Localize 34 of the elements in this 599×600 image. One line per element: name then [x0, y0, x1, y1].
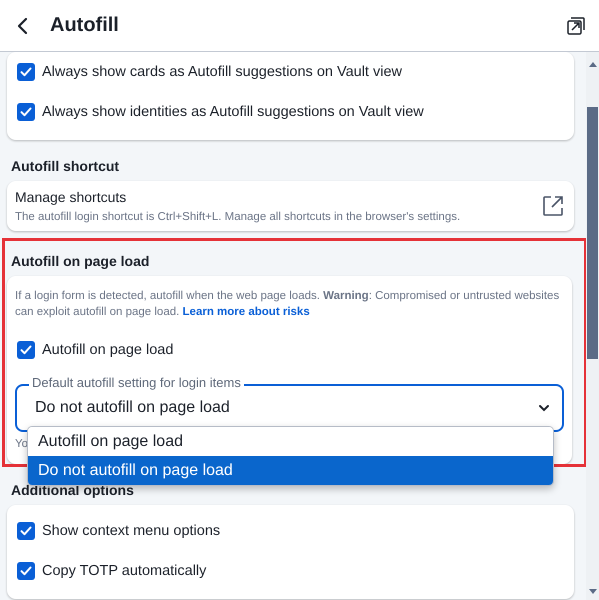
popout-icon[interactable]	[567, 16, 585, 34]
section-heading: Autofill on page load	[11, 253, 150, 269]
chevron-down-icon	[538, 404, 550, 412]
scroll-up-icon[interactable]	[588, 62, 596, 67]
checkbox[interactable]	[17, 522, 35, 540]
checkbox[interactable]	[17, 63, 35, 81]
check-icon	[20, 345, 32, 355]
checkbox[interactable]	[17, 341, 35, 359]
check-icon	[20, 526, 32, 536]
row-title: Manage shortcuts	[15, 189, 128, 205]
checkbox-label: Always show cards as Autofill suggestions on Vault view	[42, 64, 402, 80]
check-icon	[20, 566, 32, 576]
dropdown-option[interactable]: Do not autofill on page load	[28, 456, 553, 485]
page-title: Autofill	[50, 14, 120, 37]
section-heading: Additional options	[11, 482, 135, 498]
back-icon[interactable]	[16, 16, 28, 34]
checkbox-label: Always show identities as Autofill suggestions on Vault view	[42, 104, 424, 120]
scrollbar-thumb[interactable]	[587, 107, 598, 359]
checkbox-label: Copy TOTP automatically	[42, 563, 206, 579]
checkbox-label: Autofill on page load	[42, 342, 174, 358]
learn-more-link[interactable]: Learn more about risks	[182, 306, 310, 318]
select-value: Do not autofill on page load	[35, 399, 230, 417]
external-link-icon[interactable]	[542, 195, 564, 217]
row-hint: The autofill login shortcut is Ctrl+Shift+L. Manage all shortcuts in the browser's settings.	[15, 211, 460, 223]
checkbox-label: Show context menu options	[42, 523, 220, 539]
check-icon	[20, 107, 32, 117]
check-icon	[20, 67, 32, 77]
scrollbar[interactable]	[586, 52, 599, 600]
description-text: If a login form is detected, autofill when the web page loads. Warning: Compromised or untrusted websites can exploit autofill on page load. Learn more about risks	[15, 289, 560, 320]
scroll-down-icon[interactable]	[588, 589, 596, 594]
section-heading: Autofill shortcut	[11, 158, 120, 174]
checkbox[interactable]	[17, 562, 35, 580]
checkbox[interactable]	[17, 103, 35, 121]
dropdown-option[interactable]: Autofill on page load	[28, 427, 553, 456]
